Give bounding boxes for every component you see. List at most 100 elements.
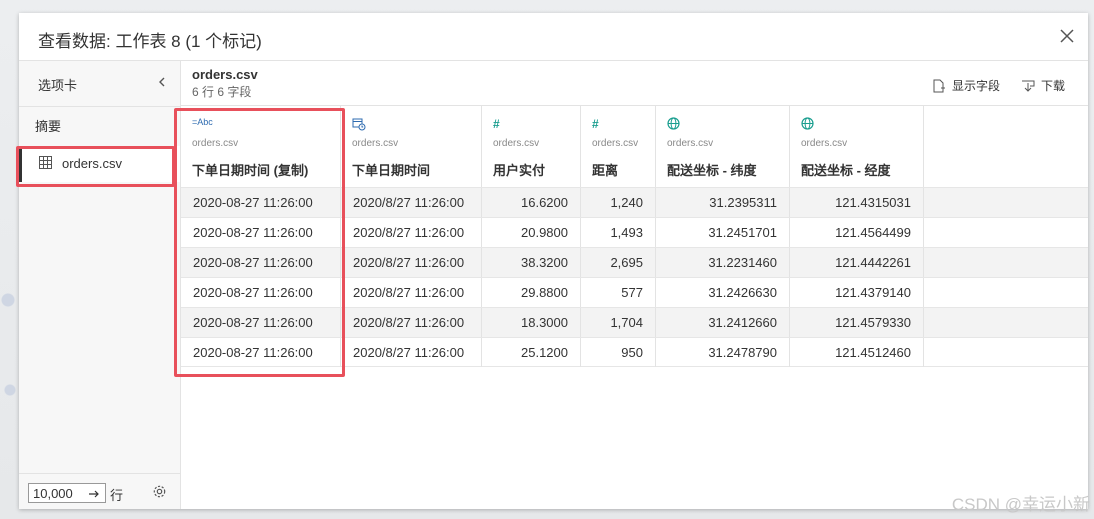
table-row: 2020-08-27 11:26:00 2020/8/27 11:26:00 2… bbox=[181, 217, 1088, 247]
table-cell: 31.2451701 bbox=[656, 218, 790, 247]
table-cell: 2020-08-27 11:26:00 bbox=[181, 188, 341, 217]
gear-icon[interactable] bbox=[152, 484, 167, 499]
column-header[interactable]: orders.csv 配送坐标 - 纬度 bbox=[656, 106, 790, 187]
table-cell: 31.2395311 bbox=[656, 188, 790, 217]
table-cell: 2020-08-27 11:26:00 bbox=[181, 218, 341, 247]
source-meta: 6 行 6 字段 bbox=[192, 85, 252, 99]
number-type-icon: # bbox=[592, 117, 599, 131]
table-cell: 2020/8/27 11:26:00 bbox=[341, 308, 482, 337]
table-cell: 121.4579330 bbox=[790, 308, 924, 337]
table-cell-filler bbox=[924, 188, 1088, 217]
table-cell-filler bbox=[924, 278, 1088, 307]
table-row: 2020-08-27 11:26:00 2020/8/27 11:26:00 3… bbox=[181, 247, 1088, 277]
table-cell: 121.4512460 bbox=[790, 338, 924, 367]
table-cell: 20.9800 bbox=[482, 218, 581, 247]
column-header[interactable]: orders.csv 配送坐标 - 经度 bbox=[790, 106, 924, 187]
table-cell: 2020/8/27 11:26:00 bbox=[341, 248, 482, 277]
sidebar-item-summary[interactable]: 摘要 bbox=[35, 116, 61, 135]
globe-icon bbox=[667, 117, 680, 131]
table-cell: 950 bbox=[581, 338, 656, 367]
globe-icon bbox=[801, 117, 814, 131]
table-cell-filler bbox=[924, 338, 1088, 367]
table-cell: 121.4379140 bbox=[790, 278, 924, 307]
column-source: orders.csv bbox=[667, 138, 714, 149]
table-cell-filler bbox=[924, 248, 1088, 277]
column-name: 距离 bbox=[592, 163, 619, 178]
table-row: 2020-08-27 11:26:00 2020/8/27 11:26:00 1… bbox=[181, 187, 1088, 217]
column-header[interactable]: =Abc orders.csv 下单日期时间 (复制) bbox=[181, 106, 341, 187]
string-type-icon: =Abc bbox=[192, 117, 213, 127]
table-row: 2020-08-27 11:26:00 2020/8/27 11:26:00 1… bbox=[181, 307, 1088, 337]
show-fields-label: 显示字段 bbox=[952, 79, 1001, 93]
column-name: 配送坐标 - 纬度 bbox=[667, 163, 757, 178]
table-cell: 31.2231460 bbox=[656, 248, 790, 277]
row-limit-input[interactable]: 10,000 bbox=[28, 483, 106, 503]
dialog-title: 查看数据: 工作表 8 (1 个标记) bbox=[38, 32, 262, 51]
table-row: 2020-08-27 11:26:00 2020/8/27 11:26:00 2… bbox=[181, 337, 1088, 367]
table-cell: 31.2478790 bbox=[656, 338, 790, 367]
source-name: orders.csv bbox=[192, 67, 258, 82]
column-name: 用户实付 bbox=[493, 163, 546, 178]
table-cell: 2020-08-27 11:26:00 bbox=[181, 308, 341, 337]
table-cell: 31.2426630 bbox=[656, 278, 790, 307]
column-header[interactable]: orders.csv 下单日期时间 bbox=[341, 106, 482, 187]
sidebar: 选项卡 摘要 orders.csv 10,000 行 bbox=[19, 61, 181, 509]
table-cell: 38.3200 bbox=[482, 248, 581, 277]
column-name: 下单日期时间 bbox=[352, 163, 431, 178]
table-cell: 16.6200 bbox=[482, 188, 581, 217]
collapse-chevron-icon[interactable] bbox=[155, 75, 169, 89]
table-cell: 1,704 bbox=[581, 308, 656, 337]
row-limit-value: 10,000 bbox=[33, 486, 73, 501]
table-cell: 121.4315031 bbox=[790, 188, 924, 217]
dialog-title-bar: 查看数据: 工作表 8 (1 个标记) bbox=[19, 13, 1088, 61]
column-header[interactable]: # orders.csv 距离 bbox=[581, 106, 656, 187]
show-fields-button[interactable]: 显示字段 bbox=[932, 77, 1000, 94]
table-cell: 2020-08-27 11:26:00 bbox=[181, 278, 341, 307]
table-cell: 2020-08-27 11:26:00 bbox=[181, 248, 341, 277]
table-cell: 1,493 bbox=[581, 218, 656, 247]
column-name: 配送坐标 - 经度 bbox=[801, 163, 891, 178]
row-unit-label: 行 bbox=[110, 488, 124, 503]
table-cell: 2020/8/27 11:26:00 bbox=[341, 218, 482, 247]
table-header-row: =Abc orders.csv 下单日期时间 (复制) orders.csv 下… bbox=[181, 106, 924, 187]
datetime-type-icon bbox=[352, 117, 366, 131]
table-cell: 1,240 bbox=[581, 188, 656, 217]
table-cell: 2020/8/27 11:26:00 bbox=[341, 278, 482, 307]
table-icon bbox=[39, 156, 52, 169]
table-cell-filler bbox=[924, 308, 1088, 337]
number-type-icon: # bbox=[493, 117, 500, 131]
column-source: orders.csv bbox=[493, 138, 540, 149]
close-icon[interactable] bbox=[1056, 25, 1078, 47]
table-row: 2020-08-27 11:26:00 2020/8/27 11:26:00 2… bbox=[181, 277, 1088, 307]
arrow-right-icon[interactable] bbox=[88, 487, 100, 499]
table-cell: 2020/8/27 11:26:00 bbox=[341, 188, 482, 217]
sidebar-footer: 10,000 行 bbox=[19, 473, 180, 510]
tabs-label: 选项卡 bbox=[38, 78, 78, 93]
watermark: CSDN @幸运小新 bbox=[951, 495, 1090, 514]
column-source: orders.csv bbox=[592, 138, 639, 149]
data-panel: orders.csv 6 行 6 字段 显示字段 下载 =Abc orders.… bbox=[181, 61, 1088, 509]
download-icon bbox=[1021, 79, 1035, 93]
column-header[interactable]: # orders.csv 用户实付 bbox=[482, 106, 581, 187]
column-source: orders.csv bbox=[352, 138, 399, 149]
table-cell: 18.3000 bbox=[482, 308, 581, 337]
table-cell: 121.4564499 bbox=[790, 218, 924, 247]
sidebar-item-label: orders.csv bbox=[62, 156, 122, 171]
column-name: 下单日期时间 (复制) bbox=[192, 163, 309, 178]
table-cell: 2020/8/27 11:26:00 bbox=[341, 338, 482, 367]
download-button[interactable]: 下载 bbox=[1021, 77, 1065, 94]
table-cell: 577 bbox=[581, 278, 656, 307]
data-panel-header: orders.csv 6 行 6 字段 显示字段 下载 bbox=[181, 61, 1088, 106]
table-cell: 29.8800 bbox=[482, 278, 581, 307]
table-cell: 2,695 bbox=[581, 248, 656, 277]
download-label: 下载 bbox=[1041, 79, 1066, 93]
column-source: orders.csv bbox=[801, 138, 848, 149]
sidebar-item-orders[interactable]: orders.csv bbox=[19, 146, 180, 182]
table-cell: 2020-08-27 11:26:00 bbox=[181, 338, 341, 367]
column-source: orders.csv bbox=[192, 138, 239, 149]
show-fields-icon bbox=[932, 79, 946, 93]
table-cell: 31.2412660 bbox=[656, 308, 790, 337]
table-cell-filler bbox=[924, 218, 1088, 247]
table-cell: 121.4442261 bbox=[790, 248, 924, 277]
sidebar-header: 选项卡 bbox=[19, 61, 180, 107]
